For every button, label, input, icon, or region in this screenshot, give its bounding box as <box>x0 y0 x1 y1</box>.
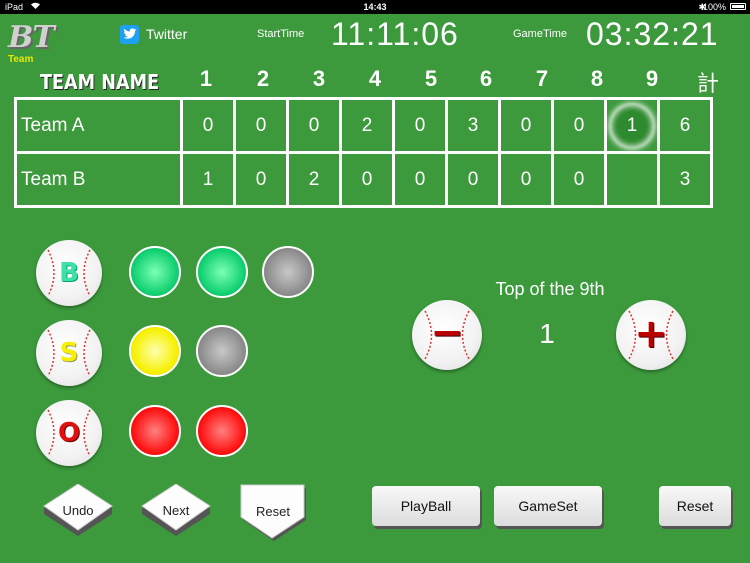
inning-status-label: Top of the 9th <box>495 279 605 299</box>
table-row: Team B 1 0 2 0 0 0 0 0 3 <box>14 151 713 208</box>
out-lamp-1 <box>129 405 181 457</box>
ball-letter: B <box>59 258 79 288</box>
score-cell[interactable]: 0 <box>551 97 607 154</box>
reset-count-label: Reset <box>256 504 290 519</box>
strike-lamp-2 <box>196 325 248 377</box>
reset-count-button[interactable]: Reset <box>240 484 308 542</box>
total-cell: 3 <box>657 151 713 208</box>
inning-header-6: 6 <box>479 66 493 91</box>
inning-header-2: 2 <box>256 66 270 91</box>
score-cell[interactable]: 2 <box>339 97 395 154</box>
score-cell[interactable]: 2 <box>286 151 342 208</box>
plus-icon: + <box>634 311 668 357</box>
twitter-button[interactable]: Twitter <box>120 24 187 44</box>
ball-lamp-2 <box>196 246 248 298</box>
inning-minus-button[interactable]: − <box>412 300 482 370</box>
total-cell: 6 <box>657 97 713 154</box>
total-header: 計 <box>696 71 719 96</box>
reset-game-button[interactable]: Reset <box>659 486 731 526</box>
battery-icon <box>730 3 746 10</box>
team-name-header: TEAM NAME <box>40 70 160 94</box>
scoreboard-table: Team A 0 0 0 2 0 3 0 0 1 6 Team B 1 0 2 … <box>14 97 713 208</box>
inning-plus-button[interactable]: + <box>616 300 686 370</box>
score-cell[interactable]: 0 <box>392 97 448 154</box>
strike-letter: S <box>59 338 79 368</box>
strike-count-button[interactable]: S <box>36 320 102 386</box>
inning-header-1: 1 <box>199 66 213 91</box>
table-row: Team A 0 0 0 2 0 3 0 0 1 6 <box>14 97 713 154</box>
score-cell-current[interactable]: 1 <box>604 97 660 154</box>
undo-button[interactable]: Undo <box>42 483 114 538</box>
playball-button[interactable]: PlayBall <box>372 486 480 526</box>
score-cell[interactable]: 0 <box>233 151 289 208</box>
undo-label: Undo <box>62 503 94 518</box>
strike-lamp-1 <box>129 325 181 377</box>
game-time-value: 03:32:21 <box>586 16 719 52</box>
battery-percent: 100% <box>702 2 726 12</box>
team-b-name[interactable]: Team B <box>14 151 183 208</box>
start-time-value: 11:11:06 <box>331 16 459 52</box>
score-cell[interactable]: 0 <box>180 97 236 154</box>
score-cell[interactable]: 1 <box>180 151 236 208</box>
gameset-button[interactable]: GameSet <box>494 486 602 526</box>
current-inning-highlight: 1 <box>610 103 654 148</box>
inning-header-3: 3 <box>312 66 326 91</box>
team-a-name[interactable]: Team A <box>14 97 183 154</box>
score-cell[interactable]: 0 <box>445 151 501 208</box>
inning-header-7: 7 <box>535 66 549 91</box>
inning-header-4: 4 <box>368 66 382 91</box>
inning-header-8: 8 <box>590 66 604 91</box>
next-button[interactable]: Next <box>140 483 212 538</box>
score-cell[interactable]: 3 <box>445 97 501 154</box>
score-cell[interactable]: 0 <box>392 151 448 208</box>
start-time-label: StartTime <box>257 28 305 40</box>
score-cell[interactable]: 0 <box>498 97 554 154</box>
app-logo-subtitle: Team <box>8 54 34 65</box>
out-letter: O <box>57 418 81 448</box>
score-cell[interactable]: 0 <box>233 97 289 154</box>
out-lamp-2 <box>196 405 248 457</box>
score-cell[interactable]: 0 <box>551 151 607 208</box>
ball-lamp-3 <box>262 246 314 298</box>
out-count-button[interactable]: O <box>36 400 102 466</box>
next-label: Next <box>162 503 190 518</box>
score-cell[interactable]: 0 <box>339 151 395 208</box>
minus-icon: − <box>430 310 464 356</box>
score-cell[interactable]: 0 <box>286 97 342 154</box>
inning-header-5: 5 <box>424 66 438 91</box>
inning-header-9: 9 <box>645 66 659 91</box>
ball-count-button[interactable]: B <box>36 240 102 306</box>
inning-number: 1 <box>539 318 555 349</box>
game-time-label: GameTime <box>513 28 567 40</box>
app-logo: BT <box>8 20 55 55</box>
twitter-bird-icon <box>120 24 139 44</box>
score-cell[interactable] <box>604 151 660 208</box>
status-time: 14:43 <box>363 2 387 12</box>
twitter-label: Twitter <box>146 26 188 42</box>
status-bar: iPad 14:43 ✱ 100% <box>0 0 750 14</box>
score-cell[interactable]: 0 <box>498 151 554 208</box>
ball-lamp-1 <box>129 246 181 298</box>
